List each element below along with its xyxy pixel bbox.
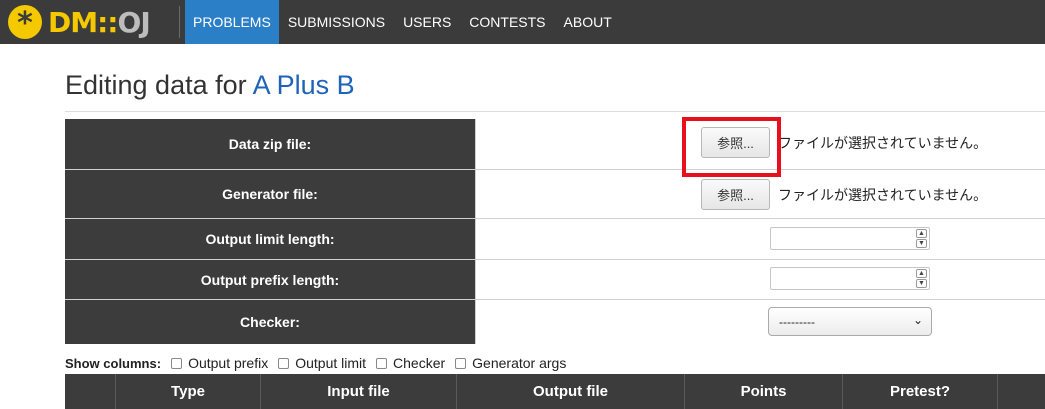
show-columns-label: Show columns: xyxy=(65,355,162,371)
output-limit-label: Output limit length: xyxy=(65,219,475,259)
header-col-input-file: Input file xyxy=(261,374,457,409)
output-limit-cell: ▲ ▼ xyxy=(475,219,1045,259)
logo-dm: DM xyxy=(48,5,98,39)
site-logo[interactable]: * DM::OJ xyxy=(8,3,151,41)
row-generator: Generator file: 参照... ファイルが選択されていません。 xyxy=(65,170,1045,219)
generator-cell: 参照... ファイルが選択されていません。 xyxy=(475,170,1045,218)
generator-browse-button[interactable]: 参照... xyxy=(701,179,770,210)
output-prefix-spinner[interactable]: ▲ ▼ xyxy=(916,269,927,288)
test-cases-table-header: Type Input file Output file Points Prete… xyxy=(65,374,1045,409)
page-title: Editing data for A Plus B xyxy=(65,70,355,101)
row-data-zip: Data zip file: 参照... ファイルが選択されていません。 xyxy=(65,119,1045,170)
checkbox-generator-args[interactable] xyxy=(455,357,467,369)
checkbox-checker[interactable] xyxy=(376,357,388,369)
checkbox-output-limit[interactable] xyxy=(278,357,290,369)
header-col-points: Points xyxy=(685,374,843,409)
nav-item-contests[interactable]: CONTESTS xyxy=(460,0,554,44)
nav-item-problems[interactable]: PROBLEMS xyxy=(185,0,279,44)
nav-item-submissions[interactable]: SUBMISSIONS xyxy=(279,0,394,44)
label-output-limit: Output limit xyxy=(295,355,367,371)
generator-status: ファイルが選択されていません。 xyxy=(778,186,988,203)
header-col-extra xyxy=(998,374,1045,409)
output-limit-input[interactable]: ▲ ▼ xyxy=(770,227,930,250)
header-col-pretest: Pretest? xyxy=(843,374,998,409)
header-col-handle xyxy=(65,374,116,409)
output-prefix-label: Output prefix length: xyxy=(65,260,475,299)
checker-cell: --------- ⌄ xyxy=(475,300,1045,344)
label-checker: Checker xyxy=(393,355,446,371)
checker-select[interactable]: --------- ⌄ xyxy=(768,307,932,336)
output-limit-spinner[interactable]: ▲ ▼ xyxy=(916,229,927,248)
top-nav: * DM::OJ PROBLEMS SUBMISSIONS USERS CONT… xyxy=(0,0,1045,44)
row-checker: Checker: --------- ⌄ xyxy=(65,300,1045,344)
logo-oj: OJ xyxy=(117,5,151,39)
nav-item-about[interactable]: ABOUT xyxy=(555,0,621,44)
label-output-prefix: Output prefix xyxy=(188,355,269,371)
row-output-prefix: Output prefix length: ▲ ▼ xyxy=(65,260,1045,300)
data-zip-status: ファイルが選択されていません。 xyxy=(778,134,988,151)
checker-label: Checker: xyxy=(65,300,475,344)
logo-colons: :: xyxy=(97,5,118,39)
problem-link[interactable]: A Plus B xyxy=(253,70,355,100)
header-col-output-file: Output file xyxy=(457,374,685,409)
data-zip-label: Data zip file: xyxy=(65,119,475,169)
logo-text: DM::OJ xyxy=(48,5,151,39)
output-prefix-input[interactable]: ▲ ▼ xyxy=(770,267,930,290)
nav-divider xyxy=(179,6,180,38)
checkbox-output-prefix[interactable] xyxy=(171,357,183,369)
show-columns-bar: Show columns: Output prefix Output limit… xyxy=(65,353,572,373)
title-divider xyxy=(65,111,1045,112)
nav-menu: PROBLEMS SUBMISSIONS USERS CONTESTS ABOU… xyxy=(185,0,621,44)
title-prefix: Editing data for xyxy=(65,70,247,100)
checker-selected-value: --------- xyxy=(779,315,815,329)
generator-file-input: 参照... ファイルが選択されていません。 xyxy=(701,179,987,210)
generator-label: Generator file: xyxy=(65,170,475,218)
highlight-box xyxy=(682,117,781,177)
chevron-down-icon: ⌄ xyxy=(912,313,923,327)
output-prefix-cell: ▲ ▼ xyxy=(475,260,1045,299)
header-col-type: Type xyxy=(116,374,261,409)
nav-item-users[interactable]: USERS xyxy=(394,0,460,44)
asterisk-logo-icon: * xyxy=(8,5,42,41)
row-output-limit: Output limit length: ▲ ▼ xyxy=(65,219,1045,260)
label-generator-args: Generator args xyxy=(472,355,567,371)
